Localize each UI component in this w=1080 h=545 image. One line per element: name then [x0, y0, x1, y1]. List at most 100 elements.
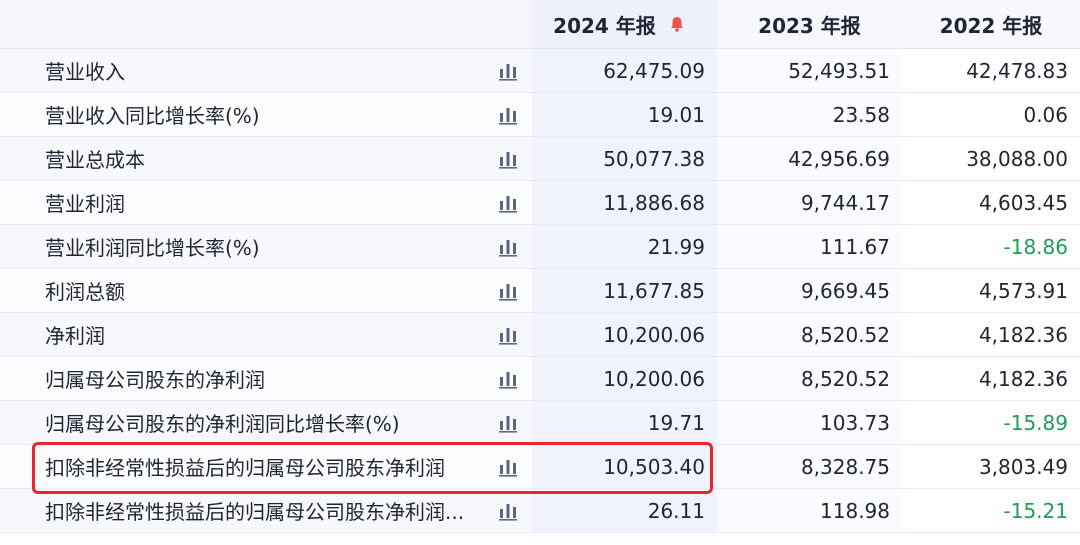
- bar-chart-icon[interactable]: [498, 105, 518, 125]
- row-label: 净利润: [45, 324, 105, 348]
- bell-icon[interactable]: [670, 16, 684, 32]
- value-cell-2024: 50,077.38: [532, 137, 717, 181]
- financial-table: 2024 年报 2023 年报 2022 年报 营业收入 62,475.09 52,…: [0, 0, 1080, 545]
- header-2023[interactable]: 2023 年报: [717, 0, 902, 49]
- bar-chart-icon[interactable]: [498, 281, 518, 301]
- value-text: 38,088.00: [966, 146, 1068, 171]
- value-text: 19.71: [647, 410, 705, 435]
- value-text: 42,478.83: [966, 58, 1068, 83]
- row-label-cell: 利润总额: [0, 269, 532, 313]
- value-cell-2023: 8,520.52: [717, 357, 902, 401]
- row-label: 营业总成本: [45, 148, 145, 172]
- value-cell-2023: 9,669.45: [717, 269, 902, 313]
- value-text: 19.01: [647, 102, 705, 127]
- value-text: 21.99: [647, 234, 705, 259]
- value-cell-2023: 52,493.51: [717, 49, 902, 93]
- bar-chart-icon[interactable]: [498, 457, 518, 477]
- value-cell-2024: 19.01: [532, 93, 717, 137]
- row-label-cell: 营业收入同比增长率(%): [0, 93, 532, 137]
- value-cell-2023: 111.67: [717, 225, 902, 269]
- row-label: 归属母公司股东的净利润: [45, 368, 265, 392]
- value-cell-2022: -15.89: [902, 401, 1080, 445]
- value-text: 111.67: [820, 234, 890, 259]
- row-label: 营业利润同比增长率(%): [45, 236, 260, 260]
- value-text: 8,520.52: [800, 366, 890, 391]
- value-text: 62,475.09: [603, 58, 705, 83]
- value-text: 50,077.38: [603, 146, 705, 171]
- bar-chart-icon[interactable]: [498, 413, 518, 433]
- bar-chart-icon[interactable]: [498, 237, 518, 257]
- value-cell-2024: 11,886.68: [532, 181, 717, 225]
- value-text: 118.98: [820, 498, 890, 523]
- value-cell-2022: 4,182.36: [902, 313, 1080, 357]
- value-cell-2022: -15.21: [902, 489, 1080, 533]
- row-label-cell: 营业收入: [0, 49, 532, 93]
- value-cell-2022: 4,603.45: [902, 181, 1080, 225]
- bar-chart-icon[interactable]: [498, 61, 518, 81]
- value-text: 11,677.85: [603, 278, 705, 303]
- value-text: 42,956.69: [788, 146, 890, 171]
- row-label-cell: 扣除非经常性损益后的归属母公司股东净利润...: [0, 489, 532, 533]
- value-cell-2023: 23.58: [717, 93, 902, 137]
- table-header: 2024 年报 2023 年报 2022 年报: [0, 0, 1080, 49]
- header-2024[interactable]: 2024 年报: [532, 0, 717, 49]
- value-text: 26.11: [647, 498, 705, 523]
- row-label: 扣除非经常性损益后的归属母公司股东净利润: [45, 456, 445, 480]
- value-text: 9,744.17: [800, 190, 890, 215]
- bar-chart-icon[interactable]: [498, 149, 518, 169]
- value-cell-2023: 8,520.52: [717, 313, 902, 357]
- value-text: 4,182.36: [978, 322, 1068, 347]
- value-text: 10,200.06: [603, 366, 705, 391]
- row-label-cell: 营业利润: [0, 181, 532, 225]
- row-label-cell: 净利润: [0, 313, 532, 357]
- header-2022[interactable]: 2022 年报: [902, 0, 1080, 49]
- value-text: -18.86: [1003, 234, 1068, 259]
- value-cell-2024: 10,200.06: [532, 357, 717, 401]
- value-text: 10,200.06: [603, 322, 705, 347]
- bar-chart-icon[interactable]: [498, 193, 518, 213]
- value-text: -15.89: [1003, 410, 1068, 435]
- value-cell-2024: 19.71: [532, 401, 717, 445]
- row-label-cell: 归属母公司股东的净利润: [0, 357, 532, 401]
- row-label-cell: 营业总成本: [0, 137, 532, 181]
- row-label-cell: 营业利润同比增长率(%): [0, 225, 532, 269]
- value-cell-2022: 4,573.91: [902, 269, 1080, 313]
- value-cell-2022: 38,088.00: [902, 137, 1080, 181]
- header-2023-label: 2023 年报: [758, 13, 861, 38]
- value-cell-2023: 8,328.75: [717, 445, 902, 489]
- bar-chart-icon[interactable]: [498, 369, 518, 389]
- value-text: 103.73: [820, 410, 890, 435]
- row-label: 营业收入同比增长率(%): [45, 104, 260, 128]
- row-label: 归属母公司股东的净利润同比增长率(%): [45, 412, 400, 436]
- row-label: 营业利润: [45, 192, 125, 216]
- value-cell-2022: 4,182.36: [902, 357, 1080, 401]
- value-text: 52,493.51: [788, 58, 890, 83]
- value-cell-2023: 103.73: [717, 401, 902, 445]
- header-2024-label: 2024 年报: [553, 13, 656, 38]
- value-cell-2024: 26.11: [532, 489, 717, 533]
- value-text: 0.06: [1023, 102, 1068, 127]
- bar-chart-icon[interactable]: [498, 501, 518, 521]
- value-text: 10,503.40: [603, 454, 705, 479]
- value-text: 11,886.68: [603, 190, 705, 215]
- value-cell-2022: 3,803.49: [902, 445, 1080, 489]
- row-label: 利润总额: [45, 280, 125, 304]
- bar-chart-icon[interactable]: [498, 325, 518, 345]
- value-text: 4,603.45: [978, 190, 1068, 215]
- header-label-col: [0, 0, 532, 49]
- value-cell-2024: 11,677.85: [532, 269, 717, 313]
- value-cell-2022: -18.86: [902, 225, 1080, 269]
- value-cell-2024: 62,475.09: [532, 49, 717, 93]
- value-cell-2022: 42,478.83: [902, 49, 1080, 93]
- value-text: 8,328.75: [800, 454, 890, 479]
- value-text: 9,669.45: [800, 278, 890, 303]
- row-label: 扣除非经常性损益后的归属母公司股东净利润...: [45, 500, 465, 524]
- row-label-cell: 扣除非经常性损益后的归属母公司股东净利润: [0, 445, 532, 489]
- value-text: 4,573.91: [978, 278, 1068, 303]
- value-cell-2022: 0.06: [902, 93, 1080, 137]
- value-text: 4,182.36: [978, 366, 1068, 391]
- value-text: 23.58: [832, 102, 890, 127]
- table-body: 营业收入 62,475.09 52,493.51 42,478.83 营业收入同比增长率…: [0, 49, 1080, 533]
- value-cell-2023: 42,956.69: [717, 137, 902, 181]
- value-text: 3,803.49: [978, 454, 1068, 479]
